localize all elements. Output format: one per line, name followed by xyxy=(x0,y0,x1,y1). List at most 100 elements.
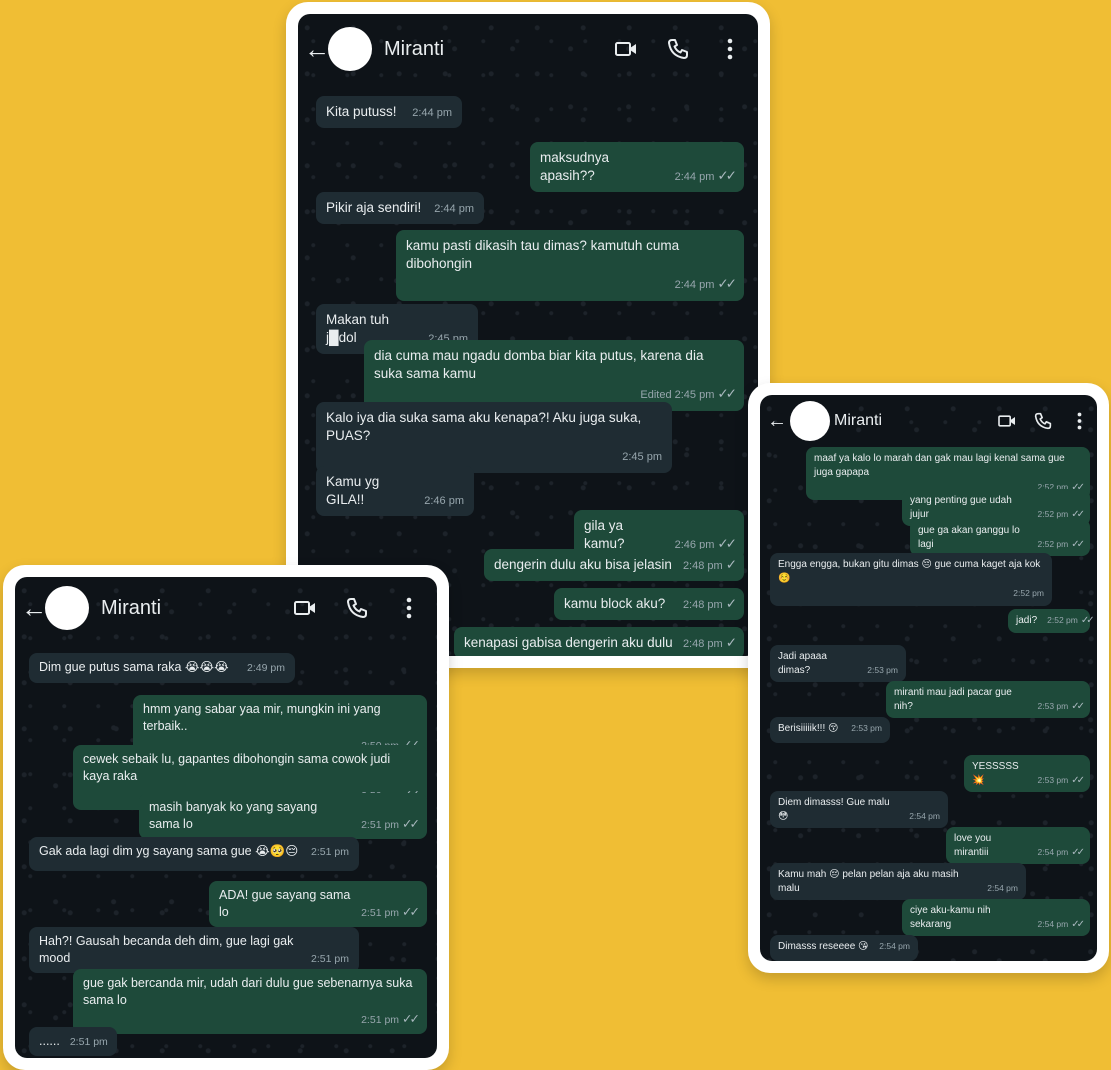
outgoing-message-bubble[interactable]: love you mirantiii 2:54 pm ✓✓ xyxy=(946,827,1090,864)
double-check-icon: ✓✓ xyxy=(717,168,737,184)
video-camera-icon[interactable] xyxy=(614,37,638,61)
contact-name[interactable]: Miranti xyxy=(384,38,614,61)
video-camera-icon[interactable] xyxy=(997,411,1017,431)
incoming-message-bubble[interactable]: Diem dimasss! Gue malu 😳 2:54 pm xyxy=(770,791,948,828)
message-timestamp: 2:44 pm xyxy=(434,203,474,215)
message-text: Engga engga, bukan gitu dimas 😔 gue cuma… xyxy=(778,559,1041,584)
contact-name[interactable]: Miranti xyxy=(834,412,997,430)
outgoing-message-bubble[interactable]: maksudnya apasih?? 2:44 pm ✓✓ xyxy=(530,142,744,193)
outgoing-message-bubble[interactable]: miranti mau jadi pacar gue nih? 2:53 pm ✓✓ xyxy=(886,681,1090,718)
double-check-icon: ✓✓ xyxy=(402,1011,420,1026)
outgoing-message-bubble[interactable]: dengerin dulu aku bisa jelasin 2:48 pm ✓ xyxy=(484,549,744,582)
message-text: kenapasi gabisa dengerin aku dulu xyxy=(464,635,673,650)
incoming-message-bubble[interactable]: Dim gue putus sama raka 😭😭😭 2:49 pm xyxy=(29,653,295,683)
message-text: masih banyak ko yang sayang sama lo xyxy=(149,800,318,831)
message-text: dia cuma mau ngadu domba biar kita putus… xyxy=(374,348,704,382)
message-text: Pikir aja sendiri! xyxy=(326,200,422,215)
message-timestamp: Edited 2:45 pm xyxy=(640,389,715,402)
phone-icon[interactable] xyxy=(1033,411,1053,431)
message-timestamp: 2:54 pm xyxy=(879,941,910,951)
outgoing-message-bubble[interactable]: ciye aku-kamu nih sekarang 2:54 pm ✓✓ xyxy=(902,899,1090,936)
message-timestamp: 2:54 pm xyxy=(1037,846,1069,857)
message-timestamp: 2:53 pm xyxy=(851,723,882,733)
message-timestamp: 2:45 pm xyxy=(622,451,662,464)
incoming-message-bubble[interactable]: Pikir aja sendiri! 2:44 pm xyxy=(316,192,484,225)
message-text: Hah?! Gausah becanda deh dim, gue lagi g… xyxy=(39,934,294,965)
more-vertical-icon[interactable] xyxy=(718,37,742,61)
incoming-message-bubble[interactable]: Kita putuss! 2:44 pm xyxy=(316,96,462,129)
incoming-message-bubble[interactable]: Kamu mah 😔 pelan pelan aja aku masih mal… xyxy=(770,863,1026,900)
phone-icon[interactable] xyxy=(666,37,690,61)
double-check-icon: ✓✓ xyxy=(402,904,420,919)
outgoing-message-bubble[interactable]: kamu pasti dikasih tau dimas? kamutuh cu… xyxy=(396,230,744,301)
contact-name[interactable]: Miranti xyxy=(101,597,293,620)
message-text: Dim gue putus sama raka 😭😭😭 xyxy=(39,660,229,674)
message-text: ...... xyxy=(39,1034,60,1048)
message-text: maksudnya apasih?? xyxy=(540,150,610,184)
outgoing-message-bubble[interactable]: masih banyak ko yang sayang sama lo 2:51 … xyxy=(139,793,427,839)
message-text: hmm yang sabar yaa mir, mungkin ini yang… xyxy=(143,702,381,733)
avatar[interactable] xyxy=(328,27,372,71)
chat-screen: ← Miranti maaf ya kalo lo marah dan gak … xyxy=(760,395,1097,961)
message-timestamp: 2:51 pm xyxy=(361,906,400,919)
single-check-icon: ✓ xyxy=(725,635,737,650)
outgoing-message-bubble[interactable]: ADA! gue sayang sama lo 2:51 pm ✓✓ xyxy=(209,881,427,927)
incoming-message-bubble[interactable]: Dimasss reseeee 😘 2:54 pm xyxy=(770,935,918,961)
message-text: kamu block aku? xyxy=(564,596,666,611)
chat-screen: ← Miranti Dim gue putus sama raka 😭😭😭 2:4… xyxy=(15,577,437,1058)
message-timestamp: 2:51 pm xyxy=(361,818,400,831)
outgoing-message-bubble[interactable]: gue ga akan ganggu lo lagi 2:52 pm ✓✓ xyxy=(910,519,1090,556)
message-text: gila ya kamu? xyxy=(584,518,625,552)
double-check-icon: ✓✓ xyxy=(1071,918,1085,930)
incoming-message-bubble[interactable]: Kalo iya dia suka sama aku kenapa?! Aku … xyxy=(316,402,672,473)
more-vertical-icon[interactable] xyxy=(397,596,421,620)
single-check-icon: ✓ xyxy=(725,557,737,572)
outgoing-message-bubble[interactable]: kenapasi gabisa dengerin aku dulu 2:48 pm… xyxy=(454,627,744,656)
incoming-message-bubble[interactable]: Berisiiiiik!!! 😚 2:53 pm xyxy=(770,717,890,743)
message-text: miranti mau jadi pacar gue nih? xyxy=(894,687,1012,712)
message-text: Diem dimasss! Gue malu 😳 xyxy=(778,797,890,822)
message-text: Kamu yg GILA!! xyxy=(326,474,380,508)
message-text: ADA! gue sayang sama lo xyxy=(219,888,351,919)
message-timestamp: 2:48 pm xyxy=(682,638,723,650)
outgoing-message-bubble[interactable]: YESSSSS 💥 2:53 pm ✓✓ xyxy=(964,755,1090,792)
arrow-left-icon[interactable]: ← xyxy=(21,595,47,621)
more-vertical-icon[interactable] xyxy=(1069,411,1089,431)
video-camera-icon[interactable] xyxy=(293,596,317,620)
outgoing-message-bubble[interactable]: kamu block aku? 2:48 pm ✓ xyxy=(554,588,744,621)
message-timestamp: 2:53 pm xyxy=(1037,774,1069,785)
outgoing-message-bubble[interactable]: dia cuma mau ngadu domba biar kita putus… xyxy=(364,340,744,411)
avatar[interactable] xyxy=(45,586,89,630)
chat-screenshot-2: ← Miranti Dim gue putus sama raka 😭😭😭 2:4… xyxy=(3,565,449,1070)
message-text: Berisiiiiik!!! 😚 xyxy=(778,723,839,734)
message-text: jadi? xyxy=(1016,615,1038,626)
phone-icon[interactable] xyxy=(345,596,369,620)
message-timestamp: 2:46 pm xyxy=(424,495,464,508)
double-check-icon: ✓✓ xyxy=(717,276,737,292)
incoming-message-bubble[interactable]: Kamu yg GILA!! 2:46 pm xyxy=(316,466,474,517)
message-timestamp: 2:48 pm xyxy=(682,560,723,572)
message-timestamp: 2:51 pm xyxy=(311,846,349,858)
incoming-message-bubble[interactable]: Gak ada lagi dim yg sayang sama gue 😭🥺😔 2… xyxy=(29,837,359,871)
incoming-message-bubble[interactable]: Hah?! Gausah becanda deh dim, gue lagi g… xyxy=(29,927,359,973)
message-timestamp: 2:51 pm xyxy=(69,1036,108,1048)
outgoing-message-bubble[interactable]: jadi? 2:52 pm ✓✓ xyxy=(1008,609,1095,633)
message-timestamp: 2:53 pm xyxy=(1037,700,1069,711)
message-timestamp: 2:54 pm xyxy=(1037,918,1069,929)
message-timestamp: 2:54 pm xyxy=(987,882,1018,893)
incoming-message-bubble[interactable]: Jadi apaaa dimas? 2:53 pm xyxy=(770,645,906,682)
double-check-icon: ✓✓ xyxy=(1071,508,1085,520)
double-check-icon: ✓✓ xyxy=(1071,538,1085,550)
chat-header: ← Miranti xyxy=(298,14,758,84)
avatar[interactable] xyxy=(790,401,830,441)
message-text: kamu pasti dikasih tau dimas? kamutuh cu… xyxy=(406,238,680,272)
message-text: Jadi apaaa dimas? xyxy=(778,651,827,676)
message-text: Gak ada lagi dim yg sayang sama gue 😭🥺😔 xyxy=(39,844,299,858)
outgoing-message-bubble[interactable]: gue gak bercanda mir, udah dari dulu gue… xyxy=(73,969,427,1034)
arrow-left-icon[interactable]: ← xyxy=(766,411,788,431)
incoming-message-bubble[interactable]: Engga engga, bukan gitu dimas 😔 gue cuma… xyxy=(770,553,1052,606)
arrow-left-icon[interactable]: ← xyxy=(304,36,330,62)
message-timestamp: 2:52 pm xyxy=(1047,615,1078,625)
incoming-message-bubble[interactable]: ...... 2:51 pm xyxy=(29,1027,117,1056)
chat-header: ← Miranti xyxy=(760,395,1097,447)
